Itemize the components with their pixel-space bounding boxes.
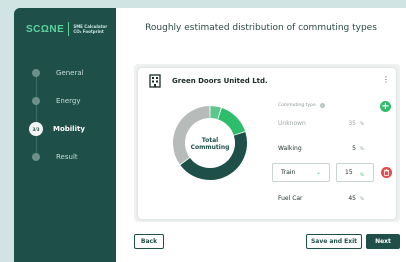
step-general[interactable]: General [14,66,84,80]
commuting-row-walking: Walking 5 % [278,145,364,152]
building-icon [149,74,161,88]
step-dot [32,69,40,77]
percent-unit: % [360,146,364,151]
donut-center-label: Total Commuting [171,137,249,151]
more-options-icon[interactable]: ⋮ [382,76,390,84]
back-button[interactable]: Back [134,234,164,249]
info-icon[interactable]: i [319,103,325,108]
step-mobility[interactable]: 3/3 Mobility [14,122,85,136]
page-title: Roughly estimated distribution of commut… [145,23,377,33]
sidebar: SCΩNE SME Calculator CO₂ Footprint Gener… [14,8,116,262]
step-dot [32,153,40,161]
logo-subtitle: SME Calculator CO₂ Footprint [73,24,107,34]
company-name: Green Doors United Ltd. [172,77,268,85]
commuting-type-label: Commuting type [278,103,316,108]
step-result[interactable]: Result [14,150,78,164]
logo-subtitle-line2: CO₂ Footprint [73,29,104,34]
step-dot [32,97,40,105]
commuting-percent: 5 [352,145,356,152]
commuting-row-unknown: Unknown 35 % [278,120,364,127]
percent-unit: % [360,121,364,126]
commuting-type-select[interactable]: Train ⌄ [272,163,330,182]
step-label: Energy [56,97,81,105]
brand-logo: SCΩNE SME Calculator CO₂ Footprint [26,22,107,36]
percent-input[interactable]: 15 % [336,163,374,182]
commuting-percent: 45 [348,195,356,202]
next-button[interactable]: Next [366,234,400,249]
percent-input-value: 15 [345,169,353,176]
commuting-type-name: Fuel Car [278,195,303,202]
add-commuting-type-button[interactable]: + [380,101,391,112]
commuting-type-header: Commuting type i [278,103,325,108]
percent-unit: % [360,172,364,177]
chevron-down-icon: ⌄ [315,169,321,176]
step-label: General [56,69,84,77]
donut-label-line2: Commuting [190,144,230,151]
logo-divider [68,22,70,36]
step-connector [36,74,37,156]
donut-segment-walking [210,106,221,120]
commuting-row-fuel-car: Fuel Car 45 % [278,195,364,202]
step-energy[interactable]: Energy [14,94,81,108]
donut-label-line1: Total [201,137,219,144]
commuting-percent: 35 [348,120,356,127]
delete-row-button[interactable] [381,167,392,178]
step-label: Result [56,153,78,161]
logo-text: SCΩNE [26,23,65,35]
company-card: Green Doors United Ltd. ⋮ Total Commutin… [138,68,396,219]
step-label: Mobility [53,125,85,133]
percent-unit: % [360,196,364,201]
save-and-exit-button[interactable]: Save and Exit [306,234,362,249]
commuting-type-name: Walking [278,145,302,152]
main-panel: Roughly estimated distribution of commut… [116,8,406,262]
step-badge: 3/3 [29,122,43,136]
donut-segment-train [217,107,246,136]
select-value: Train [281,169,296,176]
commuting-type-name: Unknown [278,120,306,127]
